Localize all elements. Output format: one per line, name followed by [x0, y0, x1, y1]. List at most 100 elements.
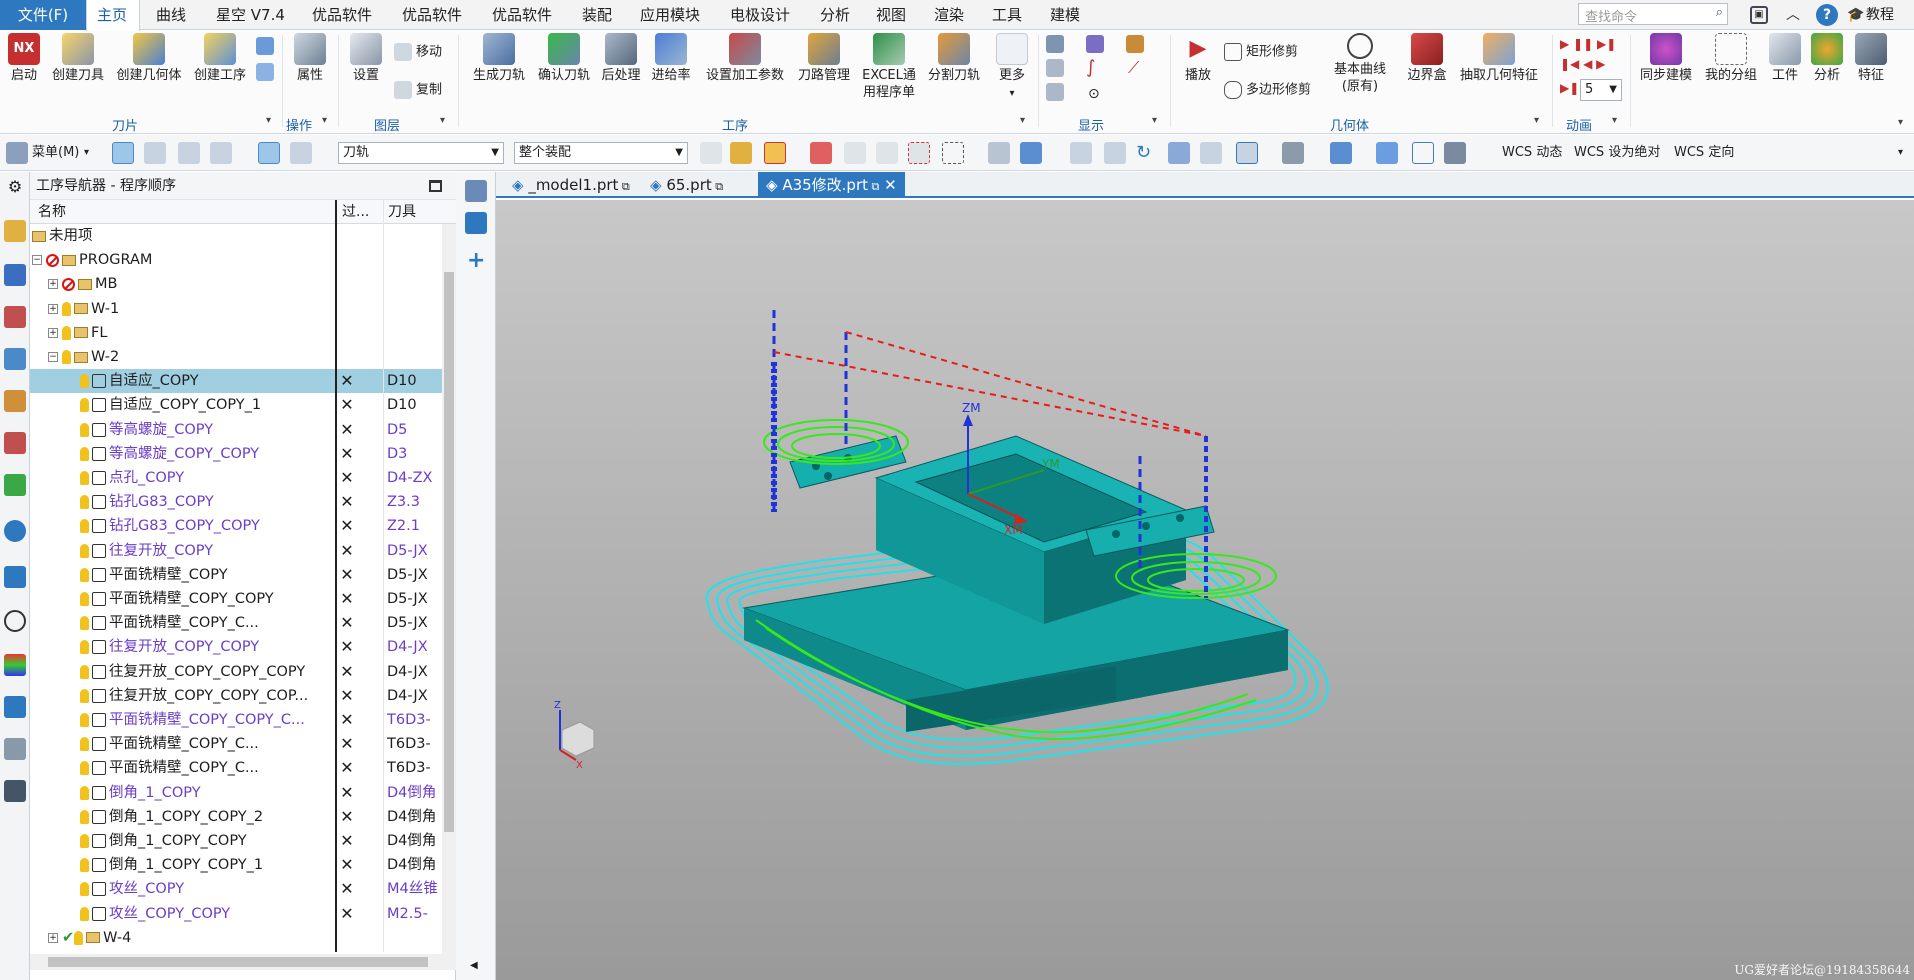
resource-icon-8[interactable] [4, 566, 26, 588]
menu-modeling[interactable]: 建模 [1040, 0, 1090, 30]
snap-icon-1[interactable] [700, 142, 722, 164]
create-tool-button[interactable]: 创建刀具 [46, 33, 110, 84]
operation-row[interactable]: 平面铣精壁_COPY_COPY ✕ D5-JX [30, 587, 450, 611]
snap-icon-7[interactable] [908, 142, 930, 164]
curve-icon[interactable]: ∫ [1086, 59, 1095, 77]
column-status[interactable]: 过... [342, 200, 369, 224]
display-tool-3[interactable] [1046, 83, 1068, 102]
split-toolpath-button[interactable]: 分割刀轨 [924, 33, 984, 84]
menu-application[interactable]: 应用模块 [630, 0, 710, 30]
operation-row[interactable]: 平面铣精壁_COPY ✕ D5-JX [30, 563, 450, 587]
help-icon[interactable]: ? [1816, 4, 1838, 26]
zoom-icon[interactable] [1070, 142, 1092, 164]
toolpath-display-icon-2[interactable] [290, 142, 312, 164]
operation-row[interactable]: 倒角_1_COPY ✕ D4倒角 [30, 781, 450, 805]
window-icon[interactable]: ▣ [1750, 6, 1768, 24]
wcs-absolute-button[interactable]: WCS 设为绝对 [1574, 140, 1660, 166]
properties-button[interactable]: 属性 [290, 33, 330, 84]
expand-icon[interactable]: + [48, 932, 58, 943]
menu-home[interactable]: 主页 [86, 0, 140, 31]
feedrate-button[interactable]: 进给率 [648, 33, 694, 84]
tab-model1[interactable]: ◈ _model1.prt ⧉ [504, 172, 638, 198]
operation-row[interactable]: 等高螺旋_COPY_COPY ✕ D3 [30, 442, 450, 466]
expand-icon[interactable]: + [48, 279, 58, 290]
more-button[interactable]: 更多 ▾ [990, 33, 1034, 102]
column-tool[interactable]: 刀具 [388, 200, 416, 224]
resource-icon-4[interactable] [4, 348, 26, 370]
excel-program-button[interactable]: EXCEL通 用程序单 [858, 33, 920, 101]
select-box-icon[interactable] [942, 142, 964, 164]
analysis-button[interactable]: 分析 [1808, 33, 1846, 84]
start-button[interactable]: NX 启动 [4, 33, 44, 84]
toolpath-display-icon[interactable] [258, 142, 280, 164]
resource-icon-11[interactable] [4, 738, 26, 760]
collapse-icon[interactable]: − [48, 352, 58, 362]
selection-scope-select[interactable]: 整个装配 ▼ [514, 142, 688, 164]
type-filter-select[interactable]: 刀轨 ▼ [338, 142, 504, 164]
operation-row[interactable]: 自适应_COPY_COPY_1 ✕ D10 [30, 393, 450, 417]
copy-button[interactable]: 复制 [394, 81, 442, 100]
expand-icon[interactable]: + [48, 303, 58, 314]
close-icon[interactable]: ✕ [879, 176, 897, 194]
operation-row[interactable]: 往复开放_COPY_COPY ✕ D4-JX [30, 635, 450, 659]
snap-icon-6[interactable] [876, 142, 898, 164]
gear-icon[interactable]: ⚙ [4, 176, 26, 198]
command-search-input[interactable]: 查找命令 ⌕ [1578, 3, 1728, 25]
play-button[interactable]: ▶ 播放 [1178, 33, 1218, 84]
column-name[interactable]: 名称 [38, 200, 66, 224]
pan-icon[interactable] [1104, 142, 1126, 164]
view-icon-1[interactable] [988, 142, 1010, 164]
resource-icon-12[interactable] [4, 780, 26, 802]
display-tool-4[interactable] [1086, 35, 1108, 54]
group-row[interactable]: − W-2 [30, 345, 450, 369]
anim-speed-select[interactable]: 5 ▼ [1580, 79, 1622, 101]
resource-icon-3[interactable] [4, 306, 26, 328]
collapse-left-icon[interactable]: ◀ [470, 960, 478, 971]
verify-toolpath-button[interactable]: 确认刀轨 [534, 33, 594, 84]
line-icon[interactable]: ⟋ [1128, 59, 1139, 77]
search-icon[interactable]: ⌕ [1716, 5, 1723, 20]
feature-button[interactable]: 特征 [1852, 33, 1890, 84]
menu-chevron-icon[interactable]: ▾ [84, 140, 89, 166]
clock-icon[interactable] [4, 610, 26, 632]
scroll-thumb[interactable] [444, 272, 454, 832]
nav-view-icon-4[interactable] [210, 142, 232, 164]
postprocess-button[interactable]: 后处理 [598, 33, 644, 84]
blade-small-2[interactable] [256, 63, 278, 82]
polygon-trim-button[interactable]: 多边形修剪 [1224, 81, 1311, 100]
resource-icon-6[interactable] [4, 432, 26, 454]
menu-tools[interactable]: 工具 [982, 0, 1032, 30]
vertical-scrollbar[interactable] [442, 224, 456, 954]
group-row[interactable]: + FL [30, 321, 450, 345]
machining-params-button[interactable]: 设置加工参数 [700, 33, 790, 84]
resource-icon-1[interactable] [4, 220, 26, 242]
resource-icon-9[interactable] [4, 654, 26, 676]
group-row[interactable]: + W-1 [30, 297, 450, 321]
operation-row[interactable]: 等高螺旋_COPY ✕ D5 [30, 418, 450, 442]
layer-more-icon[interactable]: ▾ [440, 115, 445, 126]
display-tool-5[interactable] [1126, 35, 1148, 54]
display-tool-1[interactable] [1046, 35, 1068, 54]
collapse-icon[interactable]: − [32, 255, 42, 266]
move-button[interactable]: 移动 [394, 43, 442, 62]
menu-electrode[interactable]: 电极设计 [720, 0, 800, 30]
operation-row[interactable]: 往复开放_COPY ✕ D5-JX [30, 539, 450, 563]
operation-row[interactable]: 平面铣精壁_COPY_C... ✕ T6D3- [30, 732, 450, 756]
nav-view-icon-1[interactable] [112, 142, 134, 164]
operation-row[interactable]: 点孔_COPY ✕ D4-ZX [30, 466, 450, 490]
resource-icon-2[interactable] [4, 264, 26, 286]
rect-trim-button[interactable]: 矩形修剪 [1224, 43, 1298, 62]
resource-icon-5[interactable] [4, 390, 26, 412]
menu-file[interactable]: 文件(F) [0, 0, 86, 30]
operation-row[interactable]: 平面铣精壁_COPY_C... ✕ T6D3- [30, 756, 450, 780]
process-more-icon[interactable]: ▾ [1020, 115, 1025, 126]
collapse-ribbon-icon[interactable]: ︿ [1782, 4, 1804, 26]
resource-icon-7[interactable] [4, 474, 26, 496]
nav-view-icon-3[interactable] [178, 142, 200, 164]
create-geometry-button[interactable]: 创建几何体 [112, 33, 186, 84]
toolbar-more-icon[interactable]: ▾ [1898, 140, 1903, 166]
rotate-icon[interactable]: ↻ [1136, 142, 1158, 164]
menu-youpin-1[interactable]: 优品软件 [302, 0, 382, 30]
tab-65[interactable]: ◈ 65.prt ⧉ [642, 172, 731, 198]
strip-icon-1[interactable] [465, 180, 487, 202]
